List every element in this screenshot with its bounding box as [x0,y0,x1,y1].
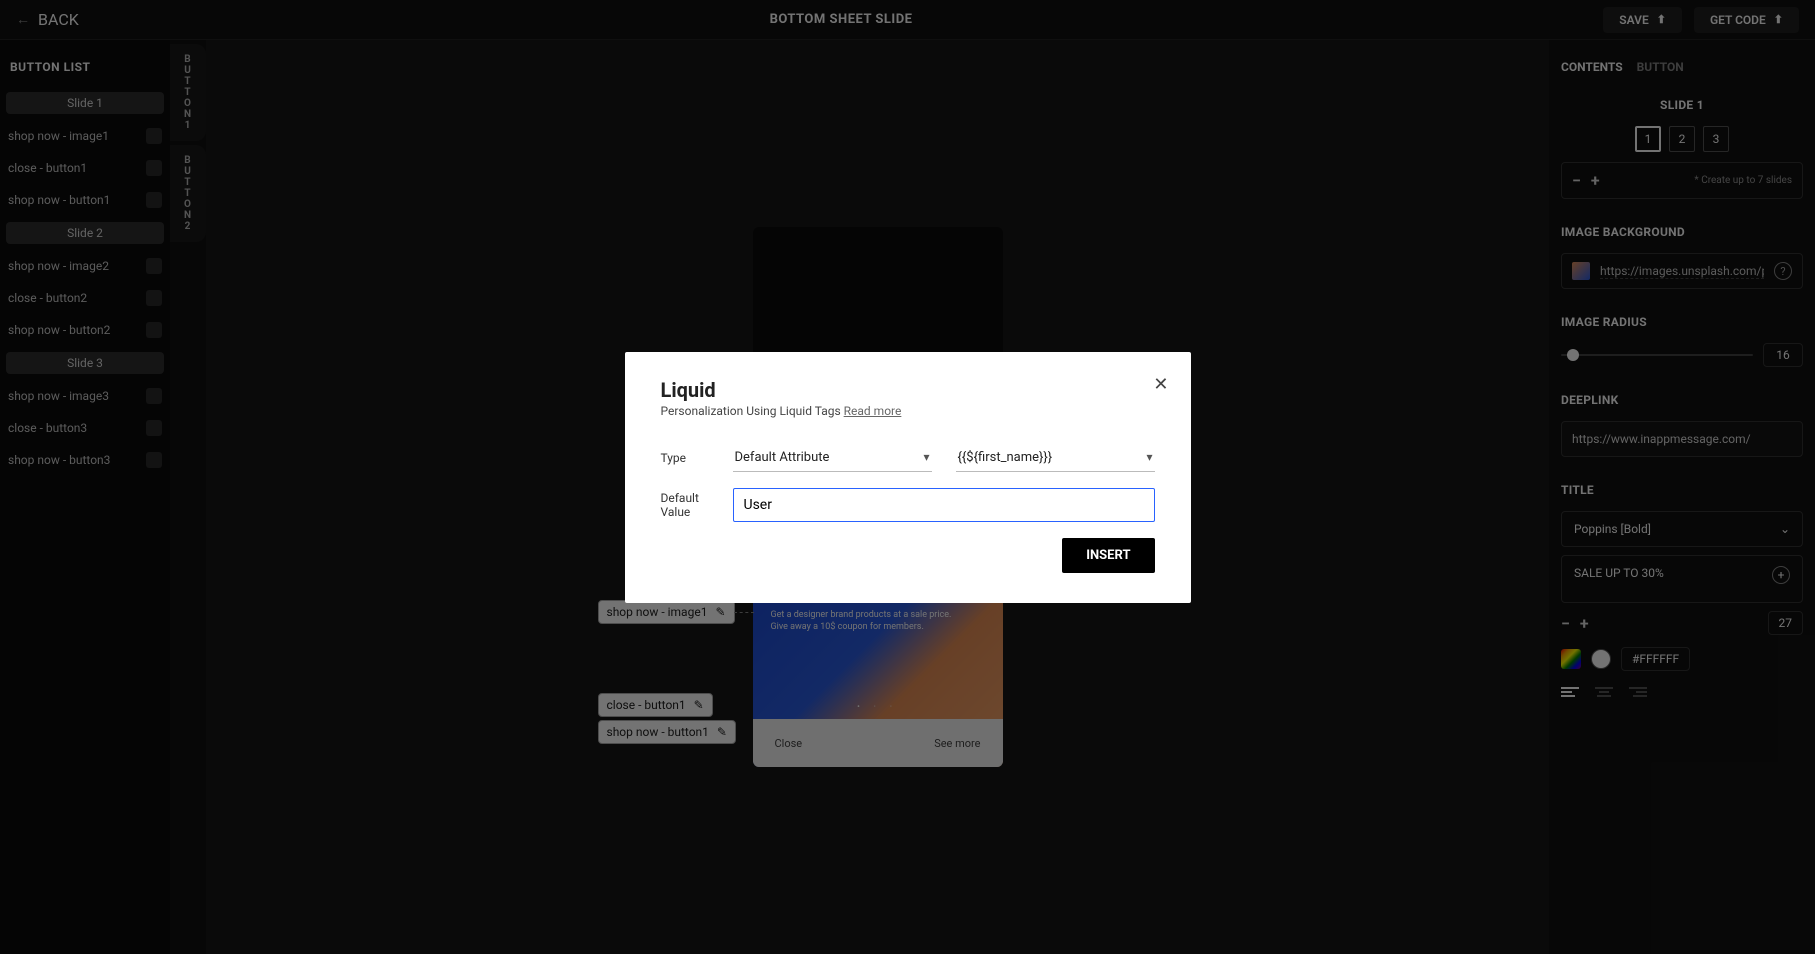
modal-subtitle: Personalization Using Liquid Tags Read m… [661,404,1155,418]
modal-title: Liquid [661,378,1155,402]
default-value-input[interactable] [733,488,1155,522]
attribute-value: {{${first_name}}} [958,450,1053,465]
insert-button[interactable]: INSERT [1062,538,1154,573]
close-icon[interactable]: ✕ [1153,374,1168,395]
read-more-link[interactable]: Read more [844,404,902,418]
modal-overlay[interactable]: ✕ Liquid Personalization Using Liquid Ta… [0,0,1815,954]
liquid-modal: ✕ Liquid Personalization Using Liquid Ta… [625,352,1191,603]
caret-down-icon: ▾ [1146,450,1152,464]
default-label: Default Value [661,491,709,519]
attribute-select[interactable]: {{${first_name}}} ▾ [956,444,1155,472]
type-value: Default Attribute [735,450,830,465]
default-value-row: Default Value [661,488,1155,522]
type-select[interactable]: Default Attribute ▾ [733,444,932,472]
type-label: Type [661,451,709,465]
type-row: Type Default Attribute ▾ {{${first_name}… [661,444,1155,472]
caret-down-icon: ▾ [923,450,929,464]
